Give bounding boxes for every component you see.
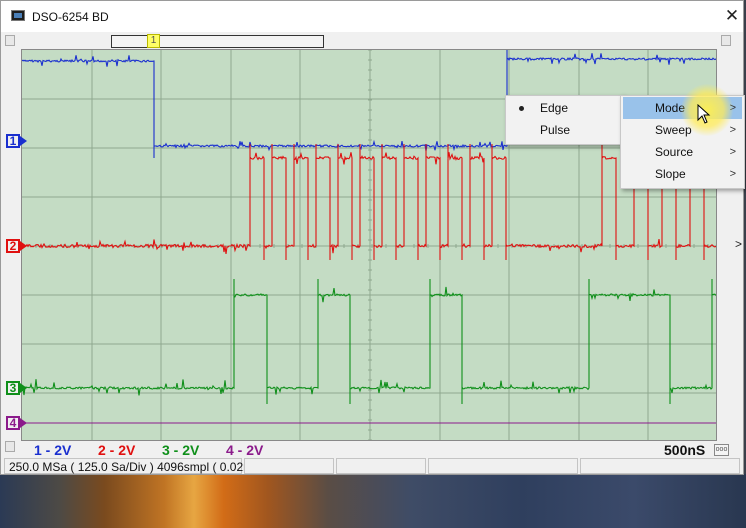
title-bar[interactable]: DSO-6254 BD ✕ <box>1 1 743 32</box>
time-position-scrollbar[interactable] <box>111 35 324 48</box>
bottom-left-button[interactable] <box>5 441 15 452</box>
channel-4-arrow-icon <box>20 418 27 428</box>
trigger-type-menu: Edge Pulse <box>505 95 624 145</box>
status-cell-3 <box>336 458 426 474</box>
channel-1-arrow-icon <box>20 136 27 146</box>
menu-item-edge[interactable]: Edge <box>508 97 621 119</box>
desktop-background <box>0 474 746 528</box>
channel-1-marker[interactable]: 1 <box>6 134 20 148</box>
trigger-position-marker[interactable]: 1 <box>147 34 160 48</box>
status-sample-text: 250.0 MSa ( 125.0 Sa/Div ) 4096smpl ( 0.… <box>9 460 278 474</box>
app-icon <box>11 10 25 21</box>
mouse-pointer-icon <box>697 104 711 124</box>
right-indicator-icon: > <box>735 237 743 251</box>
submenu-chevron-icon: > <box>729 124 736 136</box>
window-title: DSO-6254 BD <box>32 10 109 24</box>
menu-item-source[interactable]: Source > <box>623 141 742 163</box>
channel-1-scale-label[interactable]: 1 - 2V <box>34 442 71 458</box>
radio-bullet-icon <box>519 106 524 111</box>
channel-3-scale-label[interactable]: 3 - 2V <box>162 442 199 458</box>
status-cell-5 <box>580 458 740 474</box>
channel-2-scale-label[interactable]: 2 - 2V <box>98 442 135 458</box>
channel-2-arrow-icon <box>20 241 27 251</box>
status-cell-2 <box>244 458 334 474</box>
submenu-chevron-icon: > <box>729 168 736 180</box>
channel-3-marker[interactable]: 3 <box>6 381 20 395</box>
status-cell-samples: 250.0 MSa ( 125.0 Sa/Div ) 4096smpl ( 0.… <box>4 458 278 474</box>
channel-4-scale-label[interactable]: 4 - 2V <box>226 442 263 458</box>
channel-3-arrow-icon <box>20 383 27 393</box>
channel-2-marker[interactable]: 2 <box>6 239 20 253</box>
menu-item-slope[interactable]: Slope > <box>623 163 742 185</box>
timebase-label[interactable]: 500nS <box>664 442 705 458</box>
timebase-settings-icon[interactable]: ooo <box>714 444 729 456</box>
channel-4-marker[interactable]: 4 <box>6 416 20 430</box>
scope-window: DSO-6254 BD ✕ 1 1 2 3 4 1 - 2V 2 - 2V 3 … <box>0 0 744 475</box>
menu-item-pulse[interactable]: Pulse <box>508 119 621 141</box>
scroll-right-button[interactable] <box>721 35 731 46</box>
scroll-left-button[interactable] <box>5 35 15 46</box>
submenu-chevron-icon: > <box>729 146 736 158</box>
status-cell-4 <box>428 458 578 474</box>
status-bar: 250.0 MSa ( 125.0 Sa/Div ) 4096smpl ( 0.… <box>4 458 742 474</box>
close-icon[interactable]: ✕ <box>719 4 745 28</box>
